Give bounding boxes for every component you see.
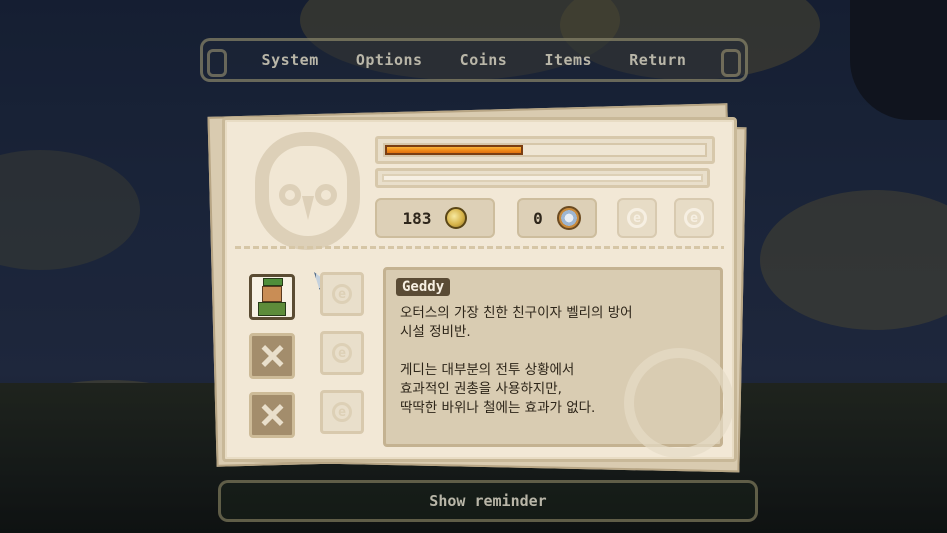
- menu-items[interactable]: Items: [544, 51, 592, 69]
- health-bar: [375, 136, 715, 164]
- coin-count: 183: [402, 208, 432, 228]
- e-glyph-icon: e: [627, 208, 647, 228]
- e-glyph-icon: e: [332, 343, 352, 363]
- bottom-bar: Show reminder: [218, 480, 758, 522]
- empty-upgrade-slot[interactable]: e: [674, 198, 714, 238]
- e-glyph-icon: e: [332, 402, 352, 422]
- coin-counter: 183: [375, 198, 495, 238]
- character-description: 오터스의 가장 친한 친구이자 벨리의 방어 시설 정비반. 게디는 대부분의 …: [400, 305, 633, 416]
- coin-icon: [445, 207, 468, 229]
- character-description-panel: Geddy 오터스의 가장 친한 친구이자 벨리의 방어 시설 정비반. 게디는…: [383, 267, 734, 458]
- owl-eye: [315, 184, 337, 206]
- owl-eye: [279, 184, 301, 206]
- secondary-bar: [375, 168, 710, 188]
- show-reminder-button[interactable]: Show reminder: [429, 492, 546, 510]
- top-menu-bar: System Options Coins Items Return: [200, 38, 748, 82]
- item-slot[interactable]: e: [320, 390, 364, 434]
- menu-system[interactable]: System: [262, 51, 319, 69]
- character-slot-locked[interactable]: [249, 392, 295, 438]
- character-name: Geddy: [396, 278, 451, 296]
- gear-icon: [556, 206, 581, 230]
- menu-coins[interactable]: Coins: [460, 51, 508, 69]
- health-bar-fill: [385, 145, 523, 155]
- locked-icon: [261, 345, 283, 367]
- character-slot-locked[interactable]: [249, 333, 295, 379]
- character-panel: 183 0 e e e e e Geddy 오터스의 가장 친한 친구이자 벨리…: [222, 117, 737, 462]
- menu-return[interactable]: Return: [629, 51, 686, 69]
- menu-options[interactable]: Options: [356, 51, 423, 69]
- owl-emblem-icon: [269, 146, 347, 236]
- item-slot[interactable]: e: [320, 331, 364, 375]
- locked-icon: [261, 404, 283, 426]
- e-glyph-icon: e: [684, 208, 704, 228]
- geddy-portrait-icon: [255, 278, 289, 316]
- character-slot-geddy[interactable]: [249, 274, 295, 320]
- item-slot[interactable]: e: [320, 272, 364, 316]
- e-glyph-icon: e: [332, 284, 352, 304]
- owl-beak: [302, 196, 314, 220]
- empty-upgrade-slot[interactable]: e: [617, 198, 657, 238]
- health-bar-track: [383, 143, 707, 157]
- gear-counter: 0: [517, 198, 597, 238]
- gear-count: 0: [533, 208, 543, 228]
- section-divider: [235, 246, 724, 249]
- secondary-bar-track: [382, 174, 703, 182]
- owl-emblem: [255, 132, 360, 250]
